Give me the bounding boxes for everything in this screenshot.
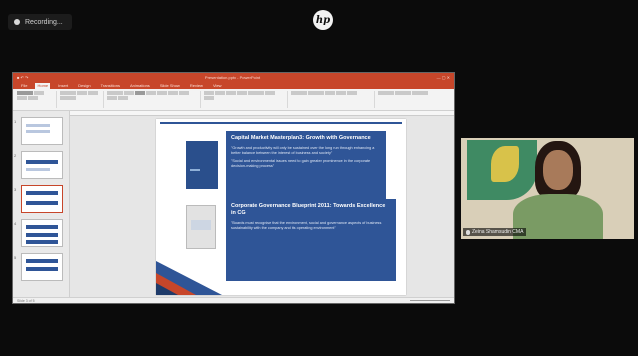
ribbon-tabs: File Home Insert Design Transitions Anim… [13,81,454,89]
ruler [70,111,454,116]
recording-label: Recording... [25,18,63,26]
window-controls[interactable]: — ▢ ✕ [437,75,450,80]
slide-thumbnail-selected[interactable] [21,185,63,213]
box2-title: Corporate Governance Blueprint 2011: Tow… [231,203,386,216]
editing-group[interactable] [378,91,431,108]
slides-group[interactable] [60,91,104,108]
slide-counter: Slide 3 of 5 [17,298,35,303]
powerpoint-window: ■ ↶ ↷ Presentation.pptx - PowerPoint — ▢… [12,72,455,304]
slide-thumbnail[interactable] [21,117,63,145]
corner-decoration [156,261,222,295]
paragraph-group[interactable] [204,91,288,108]
slide-thumbnail[interactable] [21,253,63,281]
box1-paragraph: "Growth and productivity will only be su… [231,146,375,155]
tab-view[interactable]: View [211,83,224,89]
slide-canvas[interactable]: Capital Market Masterplan3: Growth with … [70,111,454,297]
tab-review[interactable]: Review [188,83,205,89]
tab-transitions[interactable]: Transitions [99,83,122,89]
box1-title: Capital Market Masterplan3: Growth with … [231,135,371,141]
participant-name-tag: Zeina Shamsudin CMA [463,228,527,236]
drawing-group[interactable] [291,91,375,108]
ribbon [13,89,454,111]
tab-file[interactable]: File [19,83,29,89]
tab-design[interactable]: Design [76,83,92,89]
hp-logo-icon: hp [313,10,333,30]
slide-header-line [160,122,402,124]
thumb-number: 4 [14,221,17,226]
slide-thumbnail[interactable] [21,219,63,247]
blueprint-cover-image [186,205,216,249]
tab-insert[interactable]: Insert [56,83,70,89]
participant-body [513,194,603,239]
current-slide[interactable]: Capital Market Masterplan3: Growth with … [156,119,406,295]
tab-animations[interactable]: Animations [128,83,152,89]
participant-face [543,150,573,190]
workspace: 1 2 3 4 5 Capital Market Masterplan3: Gr… [13,111,454,297]
recording-indicator: Recording... [8,14,72,30]
report-cover-image [186,141,218,189]
window-title: Presentation.pptx - PowerPoint [204,74,261,80]
slide-thumbnail[interactable] [21,151,63,179]
wall-painting-detail [491,146,519,182]
webcam-tile[interactable]: Zeina Shamsudin CMA [461,138,634,239]
slide-thumbnails-pane[interactable]: 1 2 3 4 5 [13,111,70,297]
box2-paragraph: "Boards must recognise that the environm… [231,221,382,230]
status-bar: Slide 3 of 5 [13,297,454,303]
box1-paragraph: "Social and environmental issues need to… [231,159,371,168]
quick-access-toolbar[interactable]: ■ ↶ ↷ [17,75,28,80]
masterplan-text-box[interactable]: Capital Market Masterplan3: Growth with … [226,131,386,205]
tab-home[interactable]: Home [35,83,51,89]
zoom-slider[interactable] [410,300,450,301]
record-dot-icon [14,19,20,25]
clipboard-group[interactable] [17,91,57,108]
title-bar: ■ ↶ ↷ Presentation.pptx - PowerPoint — ▢… [13,73,454,81]
font-group[interactable] [107,91,201,108]
thumb-number: 1 [14,119,17,124]
microphone-icon [466,229,470,235]
tab-slide-show[interactable]: Slide Show [158,83,182,89]
thumb-number: 5 [14,255,17,260]
thumb-number: 3 [14,187,17,192]
participant-name: Zeina Shamsudin CMA [472,229,524,235]
blueprint-text-box[interactable]: Corporate Governance Blueprint 2011: Tow… [226,199,396,281]
thumb-number: 2 [14,153,17,158]
